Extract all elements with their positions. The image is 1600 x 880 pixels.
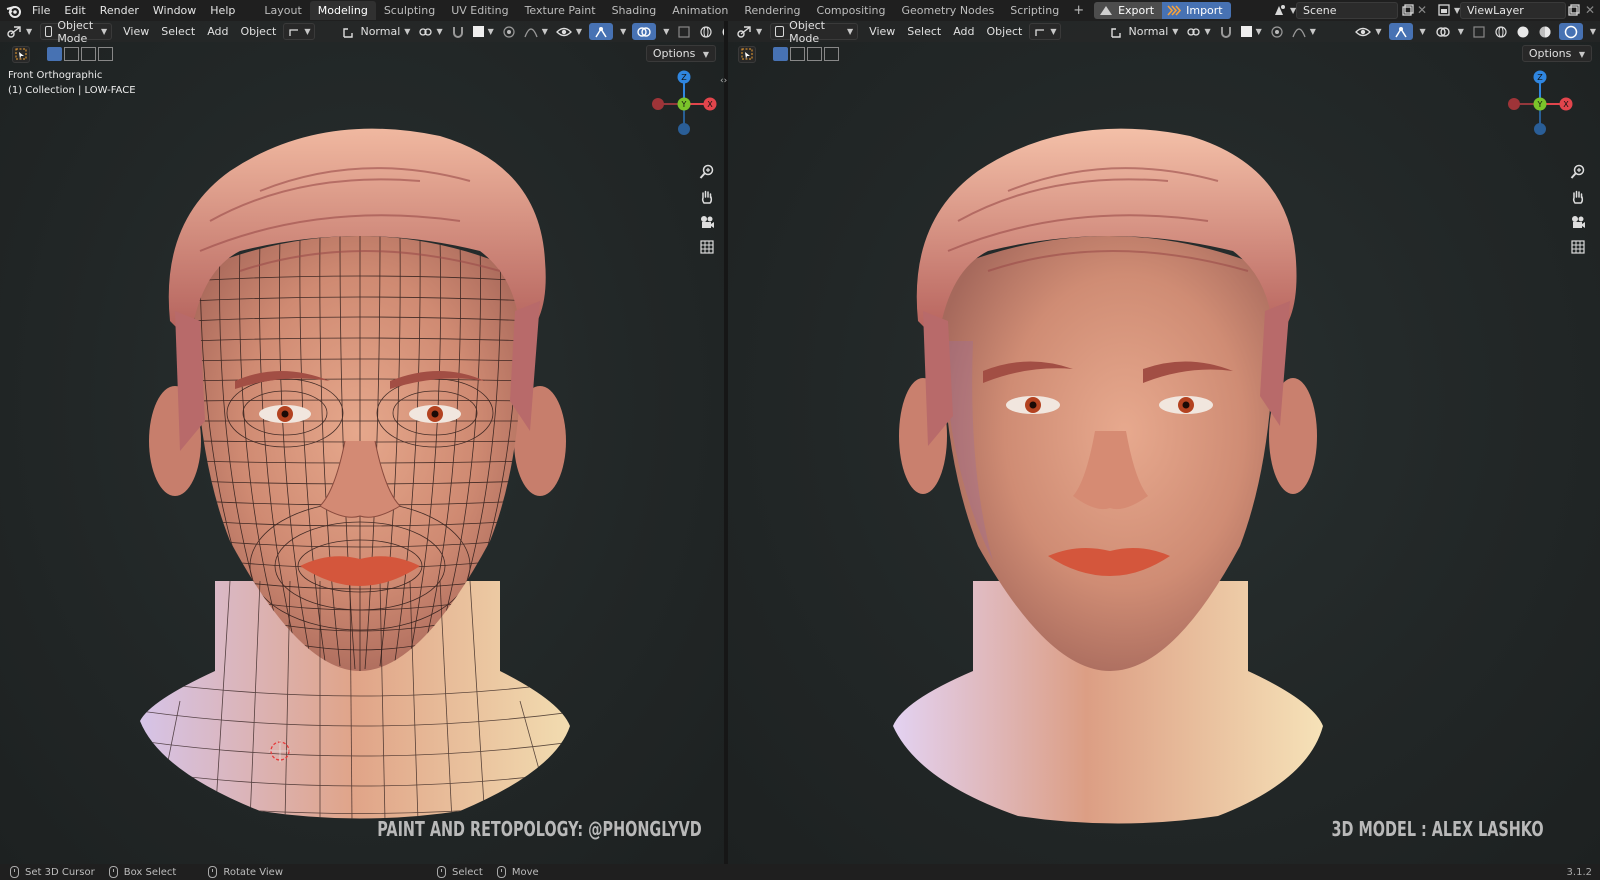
workspace-tabs: Layout Modeling Sculpting UV Editing Tex… bbox=[256, 0, 1231, 21]
import-label: Import bbox=[1186, 4, 1223, 17]
tab-animation[interactable]: Animation bbox=[664, 1, 736, 20]
zoom-icon bbox=[1570, 164, 1585, 179]
gizmo-x-label: X bbox=[707, 100, 713, 109]
status-label: Rotate View bbox=[223, 866, 283, 878]
status-select: Select bbox=[437, 866, 483, 878]
camera-view-button[interactable] bbox=[1566, 210, 1590, 234]
zoom-icon bbox=[699, 164, 714, 179]
status-move: Move bbox=[496, 866, 539, 878]
mouse-right-icon bbox=[437, 866, 446, 878]
pan-button[interactable] bbox=[1566, 185, 1590, 209]
version-label: 3.1.2 bbox=[1566, 866, 1592, 878]
zoom-button[interactable] bbox=[1566, 160, 1590, 184]
head-smooth-render bbox=[893, 128, 1323, 824]
remove-scene-icon[interactable]: ✕ bbox=[1414, 2, 1430, 18]
tab-rendering[interactable]: Rendering bbox=[736, 1, 808, 20]
perspective-toggle-button[interactable] bbox=[1566, 235, 1590, 259]
add-workspace-button[interactable]: + bbox=[1067, 3, 1090, 18]
tab-texture-paint[interactable]: Texture Paint bbox=[517, 1, 604, 20]
navigation-gizmo[interactable]: Z X Y bbox=[1500, 69, 1580, 149]
tab-sculpting[interactable]: Sculpting bbox=[376, 1, 443, 20]
top-bar: File Edit Render Window Help Layout Mode… bbox=[0, 0, 1600, 21]
mouse-left-icon bbox=[10, 866, 19, 878]
navigation-gizmo[interactable]: Z X Y bbox=[644, 69, 724, 149]
grid-icon bbox=[1571, 240, 1585, 254]
mouse-middle-icon bbox=[208, 866, 218, 878]
view-layer-field[interactable]: ViewLayer bbox=[1460, 2, 1566, 19]
tab-shading[interactable]: Shading bbox=[604, 1, 665, 20]
camera-icon bbox=[1572, 216, 1585, 228]
gizmo-y-label: Y bbox=[681, 100, 687, 109]
tab-modeling[interactable]: Modeling bbox=[309, 1, 376, 20]
splitter-arrows-icon[interactable]: ‹› bbox=[720, 76, 727, 86]
export-icon bbox=[1100, 6, 1113, 15]
import-button[interactable]: Import bbox=[1162, 2, 1231, 19]
right-3d-viewport[interactable]: ▼ Object Mode ▼ View Select Add Object ▼… bbox=[728, 21, 1600, 864]
gizmo-y-label: Y bbox=[1537, 100, 1543, 109]
left-3d-viewport[interactable]: ▼ Object Mode ▼ View Select Add Object ▼… bbox=[0, 21, 724, 864]
hand-icon bbox=[701, 190, 713, 204]
status-label: Box Select bbox=[123, 866, 177, 878]
remove-view-layer-icon[interactable]: ✕ bbox=[1582, 2, 1598, 18]
hand-icon bbox=[1572, 190, 1584, 204]
export-label: Export bbox=[1118, 4, 1155, 17]
menu-file[interactable]: File bbox=[25, 0, 57, 21]
model-credit: 3D MODEL : ALEX LASHKO bbox=[1331, 817, 1544, 841]
mouse-drag-icon bbox=[108, 866, 118, 878]
export-button[interactable]: Export bbox=[1094, 2, 1163, 19]
status-rotate-view: Rotate View bbox=[208, 866, 283, 878]
mouse-right-drag-icon bbox=[496, 866, 506, 878]
tab-layout[interactable]: Layout bbox=[256, 1, 309, 20]
status-label: Move bbox=[511, 866, 539, 878]
scene-field[interactable]: Scene bbox=[1296, 2, 1398, 19]
new-view-layer-icon[interactable] bbox=[1566, 2, 1582, 18]
camera-icon bbox=[701, 216, 714, 228]
gizmo-z-label: Z bbox=[1537, 73, 1543, 82]
gizmo-x-label: X bbox=[1563, 100, 1569, 109]
pan-button[interactable] bbox=[695, 185, 719, 209]
perspective-toggle-button[interactable] bbox=[695, 235, 719, 259]
tab-scripting[interactable]: Scripting bbox=[1002, 1, 1067, 20]
scene-icon[interactable] bbox=[1272, 2, 1288, 18]
view-layer-icon[interactable] bbox=[1436, 2, 1452, 18]
camera-view-button[interactable] bbox=[695, 210, 719, 234]
zoom-button[interactable] bbox=[695, 160, 719, 184]
status-set-3d-cursor: Set 3D Cursor bbox=[10, 866, 95, 878]
status-bar: Set 3D Cursor Box Select Rotate View Sel… bbox=[0, 864, 1600, 880]
tab-uv-editing[interactable]: UV Editing bbox=[443, 1, 516, 20]
status-box-select: Box Select bbox=[108, 866, 177, 878]
retopology-credit: PAINT AND RETOPOLOGY: @PHONGLYVD bbox=[377, 817, 702, 841]
menu-edit[interactable]: Edit bbox=[57, 0, 92, 21]
gizmo-z-label: Z bbox=[681, 73, 687, 82]
head-wireframe-render bbox=[140, 128, 570, 819]
menu-help[interactable]: Help bbox=[203, 0, 242, 21]
blender-logo-icon[interactable] bbox=[3, 0, 25, 21]
import-icon bbox=[1167, 5, 1182, 16]
menu-render[interactable]: Render bbox=[93, 0, 146, 21]
tab-geometry-nodes[interactable]: Geometry Nodes bbox=[893, 1, 1002, 20]
tab-compositing[interactable]: Compositing bbox=[809, 1, 894, 20]
status-label: Select bbox=[452, 866, 483, 878]
menu-window[interactable]: Window bbox=[146, 0, 203, 21]
status-label: Set 3D Cursor bbox=[25, 866, 95, 878]
grid-icon bbox=[700, 240, 714, 254]
